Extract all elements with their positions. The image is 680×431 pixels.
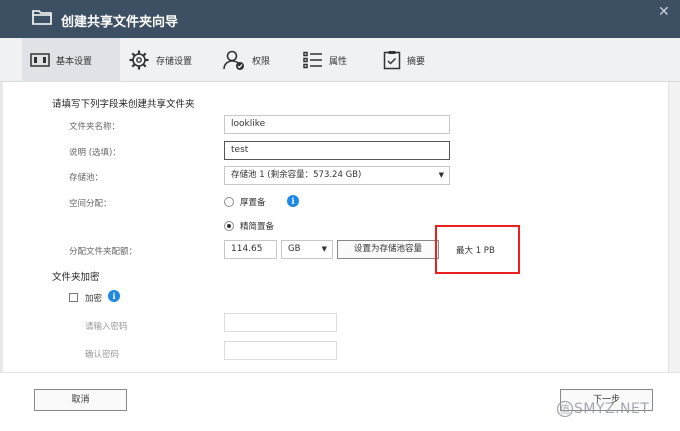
password-input[interactable]: [224, 313, 337, 332]
tab-basic-settings[interactable]: 基本设置: [22, 38, 120, 82]
quota-unit-select[interactable]: GB ▼: [281, 240, 333, 259]
tab-label: 存储设置: [156, 56, 193, 67]
quota-label: 分配文件夹配额：: [69, 247, 138, 257]
svg-text:值: 值: [560, 403, 571, 416]
tab-storage-settings[interactable]: 存储设置: [128, 38, 218, 82]
tab-label: 摘要: [407, 56, 426, 67]
scrollbar[interactable]: [668, 82, 680, 382]
thin-provision-label: 精简置备: [240, 222, 275, 232]
tab-summary[interactable]: 摘要: [383, 38, 447, 82]
storage-pool-value: 存储池 1 (剩余容量：573.24 GB): [231, 170, 362, 180]
form-heading: 请填写下列字段来创建共享文件夹: [52, 99, 195, 110]
tab-label: 属性: [329, 56, 348, 67]
caret-down-icon: ▼: [438, 171, 444, 179]
info-icon[interactable]: i: [287, 195, 299, 207]
watermark: 值 SMYZ.NET: [556, 398, 676, 422]
title-bar: 创建共享文件夹向导 ✕: [0, 0, 680, 38]
storage-pool-select[interactable]: 存储池 1 (剩余容量：573.24 GB) ▼: [224, 166, 450, 185]
left-edge: [0, 82, 3, 372]
set-pool-capacity-button[interactable]: 设置为存储池容量: [337, 240, 439, 259]
basic-settings-icon: [30, 53, 50, 67]
caret-down-icon: ▼: [321, 245, 327, 253]
tab-label: 权限: [252, 56, 271, 67]
storage-pool-label: 存储池：: [69, 173, 104, 183]
folder-name-input[interactable]: looklike: [224, 115, 450, 134]
folder-name-label: 文件夹名称：: [69, 122, 121, 132]
space-allocation-label: 空间分配：: [69, 199, 112, 209]
thin-provision-radio[interactable]: [224, 221, 234, 231]
password-label: 请输入密码: [85, 322, 128, 332]
thick-provision-radio[interactable]: [224, 197, 234, 207]
watermark-logo-icon: 值: [556, 400, 574, 418]
tab-properties[interactable]: 属性: [303, 38, 367, 82]
folder-icon: [32, 10, 52, 25]
encryption-heading: 文件夹加密: [52, 272, 100, 283]
thick-provision-label: 厚置备: [240, 198, 266, 208]
quota-input[interactable]: 114.65: [224, 240, 277, 259]
user-permission-icon: [223, 50, 244, 70]
cancel-button[interactable]: 取消: [34, 389, 127, 411]
confirm-password-label: 确认密码: [85, 350, 120, 360]
gear-icon: [129, 50, 149, 70]
window-title: 创建共享文件夹向导: [61, 15, 179, 30]
list-icon: [303, 51, 322, 69]
encrypt-label: 加密: [85, 294, 103, 304]
watermark-text: SMYZ.NET: [574, 401, 650, 417]
wizard-steps: 基本设置 存储设置 权限 属性 摘要: [0, 38, 680, 82]
tab-permissions[interactable]: 权限: [222, 38, 286, 82]
description-label: 说明 (选填)：: [69, 148, 121, 158]
quota-unit-value: GB: [288, 244, 301, 254]
tab-label: 基本设置: [56, 56, 93, 67]
info-icon[interactable]: i: [108, 290, 120, 302]
close-icon[interactable]: ✕: [658, 4, 670, 20]
confirm-password-input[interactable]: [224, 341, 337, 360]
encrypt-checkbox[interactable]: [69, 293, 78, 302]
highlight-box: [435, 225, 520, 274]
description-input[interactable]: test: [224, 141, 450, 160]
clipboard-icon: [383, 51, 401, 70]
